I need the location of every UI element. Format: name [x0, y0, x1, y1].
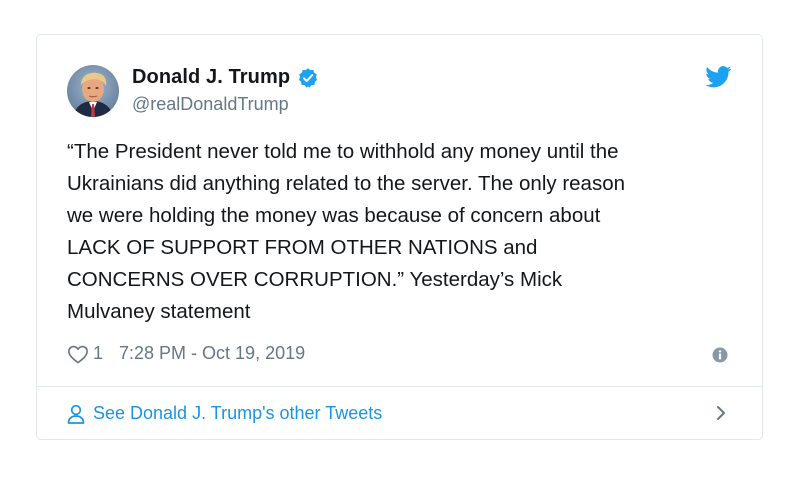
tweet-meta: 1 7:28 PM - Oct 19, 2019: [67, 343, 305, 364]
info-icon[interactable]: [712, 347, 728, 363]
author-name[interactable]: Donald J. Trump: [132, 66, 290, 89]
tweet-text-line: LACK OF SUPPORT FROM OTHER NATIONS and: [67, 236, 538, 259]
tweet-text-line: we were holding the money was because of…: [67, 204, 601, 227]
avatar[interactable]: [67, 65, 119, 117]
person-icon: [67, 404, 85, 424]
like-count: 1: [93, 343, 104, 363]
author-name-row: Donald J. Trump: [132, 66, 319, 89]
author-handle[interactable]: @realDonaldTrump: [132, 94, 289, 115]
tweet-text-line: Ukrainians did anything related to the s…: [67, 172, 626, 195]
tweet-text-line: “The President never told me to withhold…: [67, 140, 619, 163]
tweet-text-line: Mulvaney statement: [67, 300, 251, 323]
tweet-card: Donald J. Trump @realDonaldTrump “The Pr…: [36, 34, 763, 440]
timestamp-link[interactable]: 7:28 PM - Oct 19, 2019: [119, 343, 305, 364]
tweet-text: “The President never told me to withhold…: [67, 136, 727, 328]
verified-badge-icon: [297, 67, 319, 89]
chevron-right-icon[interactable]: [716, 405, 726, 421]
heart-icon[interactable]: [67, 344, 89, 364]
twitter-bird-icon[interactable]: [705, 66, 732, 88]
see-more-tweets-link[interactable]: See Donald J. Trump's other Tweets: [37, 387, 762, 440]
tweet-text-line: CONCERNS OVER CORRUPTION.” Yesterday’s M…: [67, 268, 563, 291]
see-more-label[interactable]: See Donald J. Trump's other Tweets: [93, 403, 382, 424]
